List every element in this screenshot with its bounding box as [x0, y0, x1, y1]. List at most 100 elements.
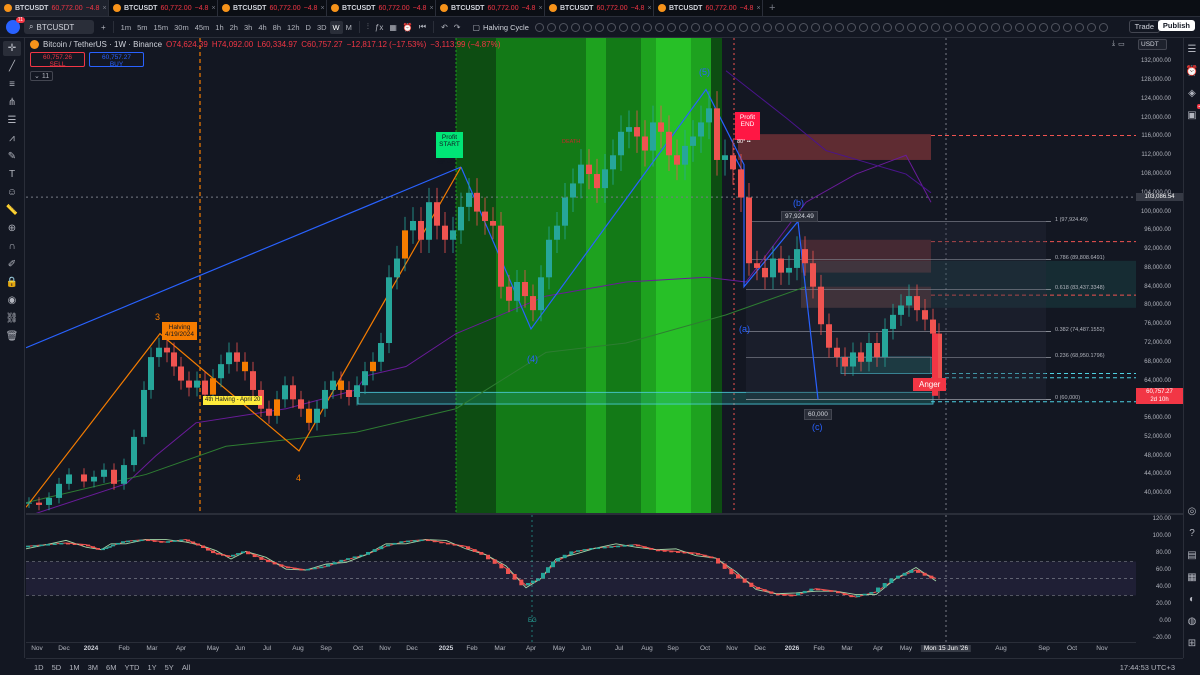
grid-icon[interactable]: ⊞ [1185, 636, 1199, 650]
range-3M[interactable]: 3M [88, 663, 98, 672]
clock[interactable]: 17:44:53 UTC+3 [1120, 663, 1175, 672]
buy-button[interactable]: 60,757.27 BUY [89, 52, 144, 68]
symbol-circle-icon[interactable] [1002, 22, 1012, 32]
symbol-circle-icon[interactable] [978, 22, 988, 32]
trade-button[interactable]: Trade [1128, 20, 1160, 33]
symbol-circle-icon[interactable] [750, 22, 760, 32]
stream-icon[interactable]: ◐ [1185, 592, 1199, 606]
range-5D[interactable]: 5D [52, 663, 62, 672]
symbol-circle-icon[interactable] [582, 22, 592, 32]
symbol-circle-icon[interactable] [642, 22, 652, 32]
currency-selector[interactable]: USDT [1138, 39, 1167, 50]
symbol-circle-icon[interactable] [738, 22, 748, 32]
symbol-circle-icon[interactable] [594, 22, 604, 32]
fib-icon[interactable]: ☰ [3, 113, 21, 128]
price-scale[interactable]: 132,000.00 128,000.00 124,000.00 120,000.00… [1136, 52, 1183, 512]
symbol-circle-icon[interactable] [1062, 22, 1072, 32]
help-icon[interactable]: ? [1185, 526, 1199, 540]
tab-4[interactable]: BTCUSDT 60,772.00 −4.8 × [436, 0, 545, 16]
timeframe-D[interactable]: D [303, 21, 314, 34]
lock-drawing-icon[interactable]: ✐ [3, 257, 21, 272]
ideas-icon[interactable]: ◍ [1185, 614, 1199, 628]
tab-2[interactable]: BTCUSDT 60,772.00 −4.8 × [218, 0, 327, 16]
symbol-circle-icon[interactable] [1074, 22, 1084, 32]
symbol-circle-icon[interactable] [846, 22, 856, 32]
timeframe-W[interactable]: W [329, 20, 343, 34]
symbol-circle-icon[interactable] [990, 22, 1000, 32]
symbol-circle-icon[interactable] [894, 22, 904, 32]
close-icon[interactable]: × [538, 5, 542, 12]
range-YTD[interactable]: YTD [124, 663, 139, 672]
symbol-circle-icon[interactable] [870, 22, 880, 32]
close-icon[interactable]: × [647, 5, 651, 12]
symbol-circle-icon[interactable] [678, 22, 688, 32]
layout-icon[interactable]: ▢ [469, 23, 483, 32]
brush-icon[interactable]: ✎ [3, 149, 21, 164]
close-icon[interactable]: × [320, 5, 324, 12]
ruler-icon[interactable]: 📏 [3, 203, 21, 218]
symbol-circle-icon[interactable] [666, 22, 676, 32]
symbol-circle-icon[interactable] [930, 22, 940, 32]
emoji-icon[interactable]: ☺ [3, 185, 21, 200]
timeframe-3D[interactable]: 3D [314, 21, 330, 34]
undo-icon[interactable]: ↶ [438, 23, 451, 32]
alert-icon[interactable]: ⏰ [400, 23, 416, 32]
watchlist-icon[interactable]: ☰ [1185, 42, 1199, 56]
symbol-circle-icon[interactable] [606, 22, 616, 32]
symbol-circle-icon[interactable] [534, 22, 544, 32]
pattern-icon[interactable]: ⩘ [3, 131, 21, 146]
symbol-circle-icon[interactable] [546, 22, 556, 32]
symbol-circle-icon[interactable] [1026, 22, 1036, 32]
download-icon[interactable]: ⤓ [1112, 40, 1115, 48]
symbol-circle-icon[interactable] [906, 22, 916, 32]
tab-5[interactable]: BTCUSDT 60,772.00 −4.8 × [545, 0, 654, 16]
main-chart-pane[interactable] [26, 38, 1136, 513]
symbol-circle-icon[interactable] [630, 22, 640, 32]
symbol-circle-icon[interactable] [966, 22, 976, 32]
close-icon[interactable]: × [102, 5, 106, 12]
range-1M[interactable]: 1M [69, 663, 79, 672]
symbol-circle-icon[interactable] [558, 22, 568, 32]
symbol-circle-icon[interactable] [858, 22, 868, 32]
symbol-circle-icon[interactable] [1038, 22, 1048, 32]
symbol-circle-icon[interactable] [762, 22, 772, 32]
redo-icon[interactable]: ↷ [451, 23, 464, 32]
screenshot-icon[interactable]: ▭ [1118, 40, 1125, 48]
trash-icon[interactable]: 🗑 [3, 329, 21, 344]
horizontal-lines-icon[interactable]: ≡ [3, 77, 21, 92]
timeframe-M[interactable]: M [343, 21, 355, 34]
timeframe-1h[interactable]: 1h [212, 21, 226, 34]
range-5Y[interactable]: 5Y [165, 663, 174, 672]
timeframe-8h[interactable]: 8h [270, 21, 284, 34]
timeframe-12h[interactable]: 12h [284, 21, 303, 34]
eye-icon[interactable]: ◉ [3, 293, 21, 308]
target-icon[interactable]: ◎ [1185, 504, 1199, 518]
notifications-icon[interactable]: ▣ • [1185, 104, 1200, 122]
symbol-circle-icon[interactable] [810, 22, 820, 32]
trendline-icon[interactable]: ╱ [3, 59, 21, 74]
add-symbol-icon[interactable]: + [98, 23, 109, 32]
timeframe-3h[interactable]: 3h [241, 21, 255, 34]
zoom-icon[interactable]: ⊕ [3, 221, 21, 236]
legend-title[interactable]: Bitcoin / TetherUS · 1W · Binance [43, 40, 162, 49]
symbol-circle-icon[interactable] [1086, 22, 1096, 32]
timeframe-15m[interactable]: 15m [151, 21, 172, 34]
publish-button[interactable]: Publish [1157, 20, 1195, 31]
tab-6[interactable]: BTCUSDT 60,772.00 −4.8 × [654, 0, 763, 16]
range-6M[interactable]: 6M [106, 663, 116, 672]
range-1D[interactable]: 1D [34, 663, 44, 672]
symbol-circle-icon[interactable] [786, 22, 796, 32]
timeframe-5m[interactable]: 5m [134, 21, 150, 34]
close-icon[interactable]: × [756, 5, 760, 12]
lock-icon[interactable]: 🔒 [3, 275, 21, 290]
close-icon[interactable]: × [211, 5, 215, 12]
symbol-circle-icon[interactable] [702, 22, 712, 32]
symbol-circle-icon[interactable] [942, 22, 952, 32]
timeframe-45m[interactable]: 45m [192, 21, 213, 34]
user-avatar[interactable]: 11 [6, 17, 25, 34]
magnet-icon[interactable]: ∩ [3, 239, 21, 254]
symbol-circle-icon[interactable] [822, 22, 832, 32]
tab-0[interactable]: BTCUSDT 60,772.00 −4.8 × [0, 0, 109, 16]
candles-icon[interactable]: ⫶ [364, 22, 372, 32]
symbol-circle-icon[interactable] [798, 22, 808, 32]
